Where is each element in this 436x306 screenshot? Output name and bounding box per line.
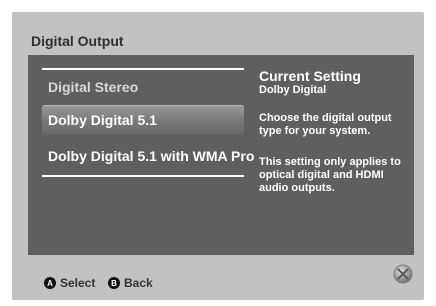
option-dolby-digital-5-1-wma-pro[interactable]: Dolby Digital 5.1 with WMA Pro <box>48 148 254 164</box>
select-button[interactable]: A Select <box>44 276 95 290</box>
select-label: Select <box>60 276 96 290</box>
list-divider-bottom <box>42 175 244 177</box>
a-button-icon: A <box>44 277 56 289</box>
current-setting-heading: Current Setting <box>259 68 361 84</box>
list-divider-top <box>42 68 244 70</box>
current-setting-value: Dolby Digital <box>259 84 327 96</box>
option-dolby-digital-5-1[interactable]: Dolby Digital 5.1 <box>48 112 157 128</box>
back-label: Back <box>124 276 153 290</box>
setting-description: Choose the digital output type for your … <box>259 112 392 137</box>
page-title: Digital Output <box>31 33 124 49</box>
back-button[interactable]: B Back <box>108 276 153 290</box>
option-digital-stereo[interactable]: Digital Stereo <box>48 79 138 95</box>
xbox-guide-icon[interactable] <box>393 264 413 284</box>
b-button-icon: B <box>108 277 120 289</box>
setting-note: This setting only applies to optical dig… <box>259 156 401 194</box>
